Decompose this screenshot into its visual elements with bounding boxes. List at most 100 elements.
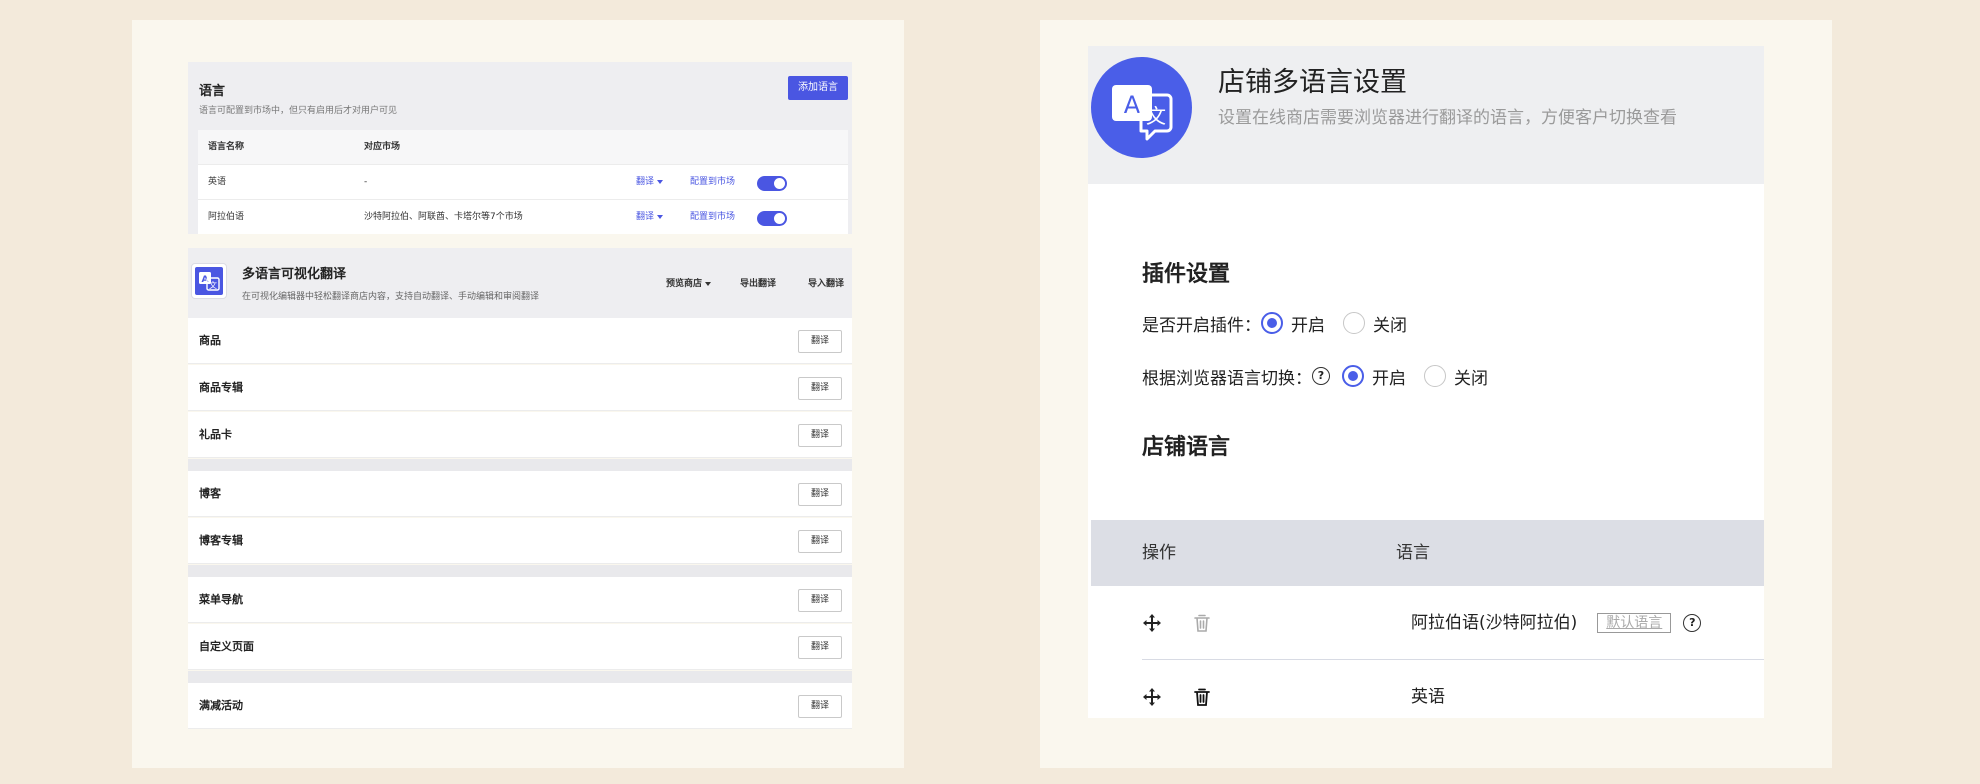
language-table-header: 语言名称 对应市场: [198, 130, 848, 165]
language-table: 语言名称 对应市场 英语 - 翻译 配置到市场 阿拉伯语 沙特阿拉伯、阿联酋、卡…: [198, 130, 848, 234]
translate-button[interactable]: 翻译: [798, 330, 842, 353]
page-title: 店铺多语言设置: [1218, 67, 1407, 98]
settings-header: A 文 店铺多语言设置 设置在线商店需要浏览器进行翻译的语言，方便客户切换查看: [1088, 46, 1764, 184]
plugin-on-radio[interactable]: [1261, 312, 1283, 334]
svg-text:文: 文: [209, 280, 217, 290]
config-market-link[interactable]: 配置到市场: [690, 200, 735, 234]
translate-row-menu: 菜单导航 翻译: [188, 577, 852, 623]
plugin-enable-option: 是否开启插件： 开启 关闭: [1142, 309, 1425, 337]
translate-row-label: 商品: [199, 334, 221, 347]
plugin-enable-label: 是否开启插件：: [1142, 315, 1261, 336]
translate-button[interactable]: 翻译: [798, 483, 842, 506]
translate-card-subtitle: 在可视化编辑器中轻松翻译商店内容，支持自动翻译、手动编辑和审阅翻译: [242, 292, 540, 302]
caret-down-icon: [657, 214, 664, 219]
help-icon[interactable]: ?: [1312, 367, 1330, 385]
language-name: 英语: [208, 177, 227, 187]
help-icon[interactable]: ?: [1683, 614, 1702, 632]
caret-down-icon: [705, 281, 712, 286]
language-name: 英语: [1411, 687, 1445, 707]
export-translation-button[interactable]: 导出翻译: [740, 276, 776, 289]
translate-row-label: 商品专辑: [199, 381, 243, 394]
column-market: 对应市场: [364, 142, 401, 152]
translate-row-label: 博客专辑: [199, 534, 243, 547]
translate-row-custom-page: 自定义页面 翻译: [188, 624, 852, 670]
store-language-table-header: 操作 语言: [1091, 520, 1764, 586]
browser-switch-option: 根据浏览器语言切换： ? 开启 关闭: [1142, 362, 1506, 390]
move-icon[interactable]: [1142, 687, 1162, 707]
store-language-settings-card: A 文 店铺多语言设置 设置在线商店需要浏览器进行翻译的语言，方便客户切换查看 …: [1088, 46, 1764, 718]
plugin-off-radio[interactable]: [1343, 312, 1365, 334]
translate-button[interactable]: 翻译: [798, 424, 842, 447]
language-card-subtitle: 语言可配置到市场中，但只有启用后才对用户可见: [199, 106, 398, 116]
language-market: 沙特阿拉伯、阿联酋、卡塔尔等7个市场: [364, 212, 523, 222]
plugin-settings-title: 插件设置: [1142, 262, 1231, 287]
import-translation-button[interactable]: 导入翻译: [808, 276, 844, 289]
translate-row-blog-collection: 博客专辑 翻译: [188, 518, 852, 564]
language-market: -: [364, 177, 368, 187]
trash-icon[interactable]: [1192, 613, 1212, 633]
browser-switch-on-label: 开启: [1372, 368, 1406, 389]
default-language-badge: 默认语言: [1597, 613, 1672, 633]
table-row: 阿拉伯语 沙特阿拉伯、阿联酋、卡塔尔等7个市场 翻译 配置到市场: [198, 200, 848, 234]
translate-row-product: 商品 翻译: [188, 318, 852, 364]
preview-store-label: 预览商店: [666, 279, 703, 289]
translate-button[interactable]: 翻译: [798, 377, 842, 400]
translate-app-logo: A 文: [191, 263, 227, 299]
translate-row-discount: 满减活动 翻译: [188, 683, 852, 729]
translate-row-label: 礼品卡: [199, 428, 232, 441]
page-subtitle: 设置在线商店需要浏览器进行翻译的语言，方便客户切换查看: [1218, 108, 1677, 128]
translate-button[interactable]: 翻译: [798, 695, 842, 718]
language-enable-toggle[interactable]: [757, 211, 787, 226]
preview-store-dropdown[interactable]: 预览商店: [666, 276, 712, 289]
column-action: 操作: [1142, 543, 1176, 563]
language-card: 语言 语言可配置到市场中，但只有启用后才对用户可见 添加语言 语言名称 对应市场…: [188, 62, 852, 234]
browser-switch-off-radio[interactable]: [1424, 365, 1446, 387]
translate-dropdown[interactable]: 翻译: [636, 165, 664, 200]
language-name: 阿拉伯语(沙特阿拉伯): [1411, 613, 1578, 633]
translate-row-collection: 商品专辑 翻译: [188, 365, 852, 411]
group-divider: [188, 671, 852, 683]
translate-icon: A 文: [199, 272, 220, 291]
translate-row-label: 满减活动: [199, 699, 243, 712]
plugin-on-label: 开启: [1291, 315, 1325, 336]
column-language: 语言: [1396, 543, 1430, 563]
config-market-link[interactable]: 配置到市场: [690, 165, 735, 200]
add-language-button[interactable]: 添加语言: [788, 76, 848, 100]
svg-text:A: A: [1124, 91, 1141, 119]
translate-app-logo: A 文: [1091, 57, 1192, 158]
translate-button[interactable]: 翻译: [798, 589, 842, 612]
left-screenshot-panel: 语言 语言可配置到市场中，但只有启用后才对用户可见 添加语言 语言名称 对应市场…: [132, 20, 904, 768]
plugin-off-label: 关闭: [1373, 315, 1407, 336]
browser-switch-label: 根据浏览器语言切换：: [1142, 368, 1312, 389]
translate-dropdown-label: 翻译: [636, 177, 655, 187]
group-divider: [188, 565, 852, 577]
move-icon[interactable]: [1142, 613, 1162, 633]
language-cell: 阿拉伯语(沙特阿拉伯) 默认语言?: [1411, 586, 1713, 660]
translate-card-header: A 文 多语言可视化翻译 在可视化编辑器中轻松翻译商店内容，支持自动翻译、手动编…: [188, 248, 852, 318]
language-cell: 英语: [1411, 660, 1445, 718]
translate-button[interactable]: 翻译: [798, 530, 842, 553]
translate-icon: A 文: [1112, 85, 1173, 141]
translate-dropdown[interactable]: 翻译: [636, 200, 664, 234]
column-language-name: 语言名称: [208, 142, 245, 152]
table-row: 阿拉伯语(沙特阿拉伯) 默认语言?: [1091, 586, 1764, 660]
browser-switch-on-radio[interactable]: [1342, 365, 1364, 387]
store-language-title: 店铺语言: [1142, 435, 1231, 460]
language-enable-toggle[interactable]: [757, 176, 787, 191]
right-screenshot-panel: A 文 店铺多语言设置 设置在线商店需要浏览器进行翻译的语言，方便客户切换查看 …: [1040, 20, 1832, 768]
translate-dropdown-label: 翻译: [636, 212, 655, 222]
table-row: 英语 - 翻译 配置到市场: [198, 165, 848, 200]
group-divider: [188, 459, 852, 471]
svg-text:文: 文: [1146, 104, 1166, 128]
translate-card-title: 多语言可视化翻译: [242, 267, 347, 282]
trash-icon[interactable]: [1192, 687, 1212, 707]
browser-switch-off-label: 关闭: [1454, 368, 1488, 389]
translate-row-gift-card: 礼品卡 翻译: [188, 412, 852, 458]
caret-down-icon: [657, 179, 664, 184]
translate-row-label: 自定义页面: [199, 640, 254, 653]
translate-row-blog: 博客 翻译: [188, 471, 852, 517]
translate-button[interactable]: 翻译: [798, 636, 842, 659]
language-card-title: 语言: [199, 84, 226, 99]
translate-row-label: 菜单导航: [199, 593, 243, 606]
table-row: 英语: [1091, 660, 1764, 718]
